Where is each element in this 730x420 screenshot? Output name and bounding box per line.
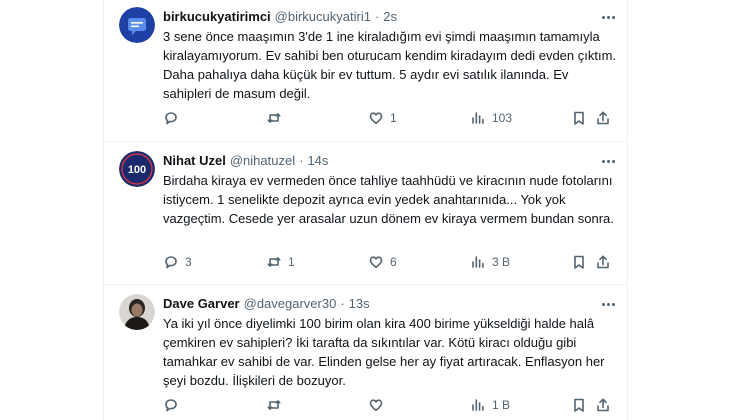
retweet-icon <box>267 257 281 267</box>
views-button[interactable]: 103 <box>470 110 512 126</box>
tweet-actions: 1 103 <box>163 110 618 128</box>
views-icon <box>472 256 484 268</box>
person-photo-icon <box>119 294 155 330</box>
tweet-text: Birdaha kiraya ev vermeden önce tahliye … <box>163 173 614 226</box>
reply-icon <box>165 112 177 125</box>
separator-dot: · <box>299 153 304 168</box>
views-button[interactable]: 1 B <box>470 397 510 413</box>
reply-icon <box>165 399 177 412</box>
avatar[interactable]: 100 <box>119 151 155 187</box>
tweet-header: Dave Garver @davegarver30 · 13s <box>163 296 370 311</box>
author-name[interactable]: Dave Garver <box>163 296 240 311</box>
bookmark-icon <box>574 398 584 412</box>
separator-dot: · <box>374 9 380 24</box>
bookmark-icon <box>574 111 584 125</box>
tweet-text: 3 sene önce maaşımın 3'de 1 ine kiraladı… <box>163 29 617 101</box>
share-button[interactable] <box>595 254 611 270</box>
retweet-icon <box>267 400 281 410</box>
separator-dot: · <box>340 296 345 311</box>
tweet-time[interactable]: 2s <box>383 9 397 24</box>
reply-button[interactable] <box>163 397 185 413</box>
views-button[interactable]: 3 B <box>470 254 510 270</box>
more-options-icon[interactable] <box>598 154 618 168</box>
like-button[interactable]: 6 <box>368 254 397 270</box>
more-options-icon[interactable] <box>598 297 618 311</box>
reply-count: 3 <box>185 255 192 269</box>
like-count: 6 <box>390 255 397 269</box>
like-button[interactable]: 1 <box>368 110 397 126</box>
avatar-label: 100 <box>128 164 146 176</box>
bookmark-button[interactable] <box>571 254 587 270</box>
tweet[interactable]: 100 Nihat Uzel @nihatuzel · 14s Birdaha … <box>103 143 628 285</box>
view-count: 1 B <box>492 398 511 412</box>
views-icon <box>472 112 484 124</box>
tweet[interactable]: birkucukyatirimci @birkucukyatiri1 · 2s … <box>103 0 628 142</box>
like-count: 1 <box>390 111 397 125</box>
avatar[interactable] <box>119 294 155 330</box>
share-icon <box>597 111 609 125</box>
share-icon <box>597 255 609 269</box>
retweet-icon <box>267 113 281 123</box>
tweet-header: birkucukyatirimci @birkucukyatiri1 · 2s <box>163 9 397 24</box>
share-button[interactable] <box>595 397 611 413</box>
reply-button[interactable] <box>163 110 185 126</box>
share-button[interactable] <box>595 110 611 126</box>
author-name[interactable]: Nihat Uzel <box>163 153 226 168</box>
view-count: 3 B <box>492 255 511 269</box>
author-handle[interactable]: @nihatuzel <box>230 153 295 168</box>
heart-icon <box>369 256 383 268</box>
view-count: 103 <box>492 111 513 125</box>
reply-icon <box>165 256 177 269</box>
retweet-count: 1 <box>288 255 295 269</box>
avatar-logo-icon: 100 <box>119 151 155 187</box>
more-options-icon[interactable] <box>598 10 618 24</box>
tweet-time[interactable]: 14s <box>307 153 328 168</box>
author-handle[interactable]: @davegarver30 <box>244 296 337 311</box>
heart-icon <box>369 112 383 124</box>
tweet-time[interactable]: 13s <box>349 296 370 311</box>
bookmark-button[interactable] <box>571 110 587 126</box>
tweet[interactable]: Dave Garver @davegarver30 · 13s Ya iki y… <box>103 286 628 420</box>
author-handle[interactable]: @birkucukyatiri1 <box>275 9 371 24</box>
timeline-feed: birkucukyatirimci @birkucukyatiri1 · 2s … <box>0 0 730 420</box>
views-icon <box>472 399 484 411</box>
share-icon <box>597 398 609 412</box>
chat-bubble-icon <box>119 7 155 43</box>
tweet-actions: 1 B <box>163 397 618 415</box>
retweet-button[interactable] <box>266 110 288 126</box>
like-button[interactable] <box>368 397 390 413</box>
heart-icon <box>369 399 383 411</box>
tweet-actions: 3 1 6 3 B <box>163 254 618 272</box>
tweet-text: Ya iki yıl önce diyelimki 100 birim olan… <box>163 316 605 388</box>
reply-button[interactable]: 3 <box>163 254 192 270</box>
bookmark-button[interactable] <box>571 397 587 413</box>
bookmark-icon <box>574 255 584 269</box>
retweet-button[interactable] <box>266 397 288 413</box>
tweet-header: Nihat Uzel @nihatuzel · 14s <box>163 153 328 168</box>
avatar[interactable] <box>119 7 155 43</box>
author-name[interactable]: birkucukyatirimci <box>163 9 271 24</box>
retweet-button[interactable]: 1 <box>266 254 295 270</box>
